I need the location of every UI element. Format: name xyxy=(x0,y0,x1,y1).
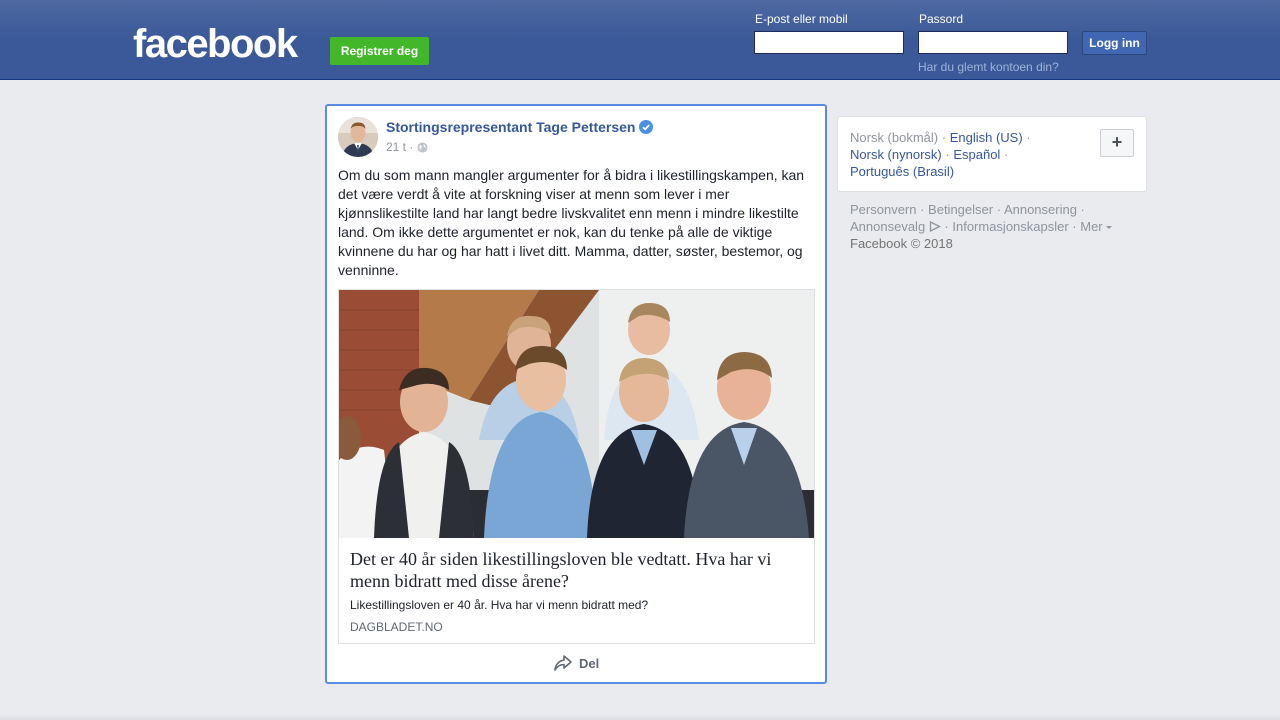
author-avatar[interactable] xyxy=(338,117,378,157)
password-input[interactable] xyxy=(918,31,1068,54)
login-button[interactable]: Logg inn xyxy=(1082,31,1147,55)
facebook-logo[interactable]: facebook xyxy=(133,22,298,66)
post-timestamp[interactable]: 21 t · xyxy=(386,140,413,154)
email-input[interactable] xyxy=(754,31,904,54)
more-languages-button[interactable]: + xyxy=(1100,129,1134,157)
globe-icon[interactable] xyxy=(417,141,428,153)
footer-link-personvern[interactable]: Personvern xyxy=(850,202,916,217)
link-domain: DAGBLADET.NO xyxy=(350,620,443,634)
footer-links: Personvern · Betingelser · Annonsering ·… xyxy=(850,201,1140,252)
footer-link-annonsevalg[interactable]: Annonsevalg xyxy=(850,219,925,234)
share-arrow-icon xyxy=(554,655,572,671)
verified-badge-icon xyxy=(639,120,653,134)
bottom-shadow xyxy=(0,714,1280,720)
footer-link-more[interactable]: Mer xyxy=(1080,219,1102,234)
ad-choices-icon[interactable] xyxy=(929,221,941,232)
language-option-portugues[interactable]: Português (Brasil) xyxy=(850,164,954,179)
email-label: E-post eller mobil xyxy=(755,12,848,26)
language-current: Norsk (bokmål) xyxy=(850,130,939,145)
footer-link-annonsering[interactable]: Annonsering xyxy=(1004,202,1077,217)
forgot-account-link[interactable]: Har du glemt kontoen din? xyxy=(918,60,1059,74)
author-name-link[interactable]: Stortingsrepresentant Tage Pettersen xyxy=(386,119,635,135)
post-card: Stortingsrepresentant Tage Pettersen 21 … xyxy=(325,104,827,684)
language-option-english[interactable]: English (US) xyxy=(950,130,1023,145)
link-description: Likestillingsloven er 40 år. Hva har vi … xyxy=(350,598,649,612)
register-button[interactable]: Registrer deg xyxy=(330,37,429,65)
share-button[interactable]: Del xyxy=(553,654,599,672)
link-preview-image[interactable] xyxy=(339,290,814,538)
copyright-text: Facebook © 2018 xyxy=(850,236,953,251)
avatar-portrait xyxy=(338,117,378,157)
link-title[interactable]: Det er 40 år siden likestillingsloven bl… xyxy=(350,548,800,592)
group-photo-illustration xyxy=(339,290,814,538)
shared-link-card[interactable]: Det er 40 år siden likestillingsloven bl… xyxy=(338,289,815,644)
language-option-nynorsk[interactable]: Norsk (nynorsk) xyxy=(850,147,942,162)
share-label: Del xyxy=(579,655,600,671)
language-list: Norsk (bokmål) · English (US) · Norsk (n… xyxy=(850,130,1031,179)
post-meta: 21 t · xyxy=(386,140,428,154)
caret-down-icon xyxy=(1105,226,1112,229)
footer-link-cookies[interactable]: Informasjonskapsler xyxy=(952,219,1068,234)
footer-link-betingelser[interactable]: Betingelser xyxy=(928,202,993,217)
language-selector-box: Norsk (bokmål) · English (US) · Norsk (n… xyxy=(837,116,1147,192)
password-label: Passord xyxy=(919,12,964,26)
post-body-text: Om du som mann mangler argumenter for å … xyxy=(338,167,805,278)
language-option-espanol[interactable]: Español xyxy=(953,147,1000,162)
top-bar: facebook Registrer deg E-post eller mobi… xyxy=(0,0,1280,80)
